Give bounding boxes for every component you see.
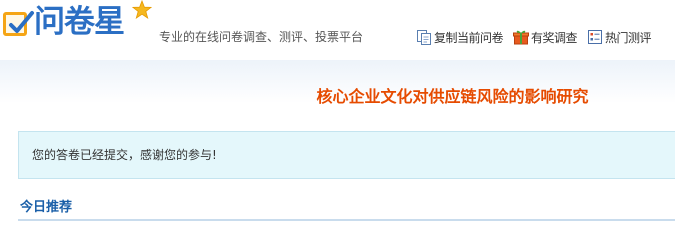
top-links: 复制当前问卷 有奖调查 热门测评 [416, 27, 661, 47]
hot-quiz-label: 热门测评 [605, 30, 652, 45]
prize-survey-link[interactable]: 有奖调查 [513, 29, 578, 46]
hot-quiz-link[interactable]: 热门测评 [587, 29, 652, 46]
site-logo[interactable]: 问卷星 [0, 0, 160, 50]
star-icon [131, 0, 153, 24]
copy-icon [416, 29, 432, 45]
gift-icon [513, 29, 530, 45]
checkbox-logo-icon [3, 11, 34, 36]
today-recommend-heading: 今日推荐 [20, 200, 73, 215]
prize-survey-label: 有奖调查 [531, 30, 578, 45]
site-slogan: 专业的在线问卷调查、测评、投票平台 [159, 30, 364, 44]
section-divider [18, 219, 675, 221]
site-header: 问卷星 专业的在线问卷调查、测评、投票平台 复制当前问卷 有奖调查 热门测评 [0, 0, 675, 60]
copy-survey-link[interactable]: 复制当前问卷 [416, 29, 504, 46]
copy-survey-label: 复制当前问卷 [434, 30, 504, 45]
survey-title: 核心企业文化对供应链风险的影响研究 [316, 87, 589, 106]
checklist-icon [587, 29, 603, 45]
submission-message-box: 您的答卷已经提交，感谢您的参与! [18, 131, 675, 179]
logo-text: 问卷星 [34, 4, 125, 40]
submission-message: 您的答卷已经提交，感谢您的参与! [32, 148, 217, 162]
